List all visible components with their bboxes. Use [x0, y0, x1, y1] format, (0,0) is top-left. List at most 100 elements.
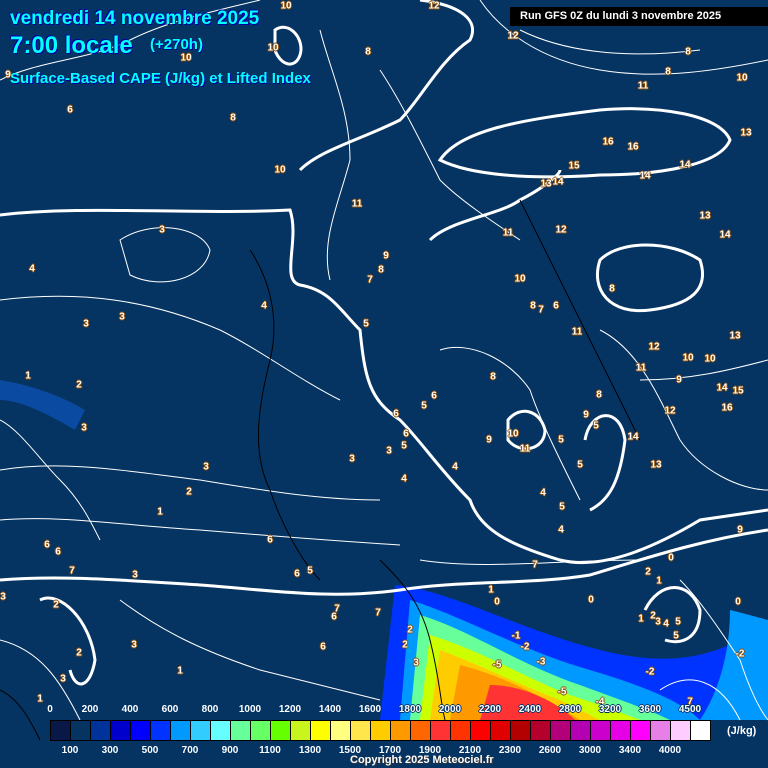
legend-swatch	[191, 721, 211, 740]
legend-swatch	[131, 721, 151, 740]
contour-label: 8	[230, 112, 236, 124]
contour-label: 10	[736, 72, 748, 84]
contour-label: 15	[568, 160, 580, 172]
legend-tick-bottom: 500	[141, 745, 159, 756]
legend-swatch	[531, 721, 551, 740]
contour-label: 3	[159, 224, 165, 236]
contour-label: 6	[553, 300, 559, 312]
contour-label: 10	[704, 353, 716, 365]
legend-tick-bottom: 900	[221, 745, 239, 756]
contour-label: 1	[157, 506, 163, 518]
contour-label: 6	[44, 539, 50, 551]
contour-label: 6	[267, 534, 273, 546]
legend-swatch	[691, 721, 710, 740]
contour-label: 16	[721, 402, 733, 414]
contour-label: 7	[69, 565, 75, 577]
legend-tick-top: 0	[47, 704, 53, 715]
contour-label: 12	[648, 341, 660, 353]
contour-label: 12	[664, 405, 676, 417]
contour-label: 2	[645, 566, 651, 578]
legend-swatch	[231, 721, 251, 740]
contour-label: 2	[53, 599, 59, 611]
legend-swatch	[511, 721, 531, 740]
contour-label: 14	[552, 176, 564, 188]
contour-label: 1	[656, 575, 662, 587]
contour-label: 6	[55, 546, 61, 558]
contour-label: 3	[386, 445, 392, 457]
legend-tick-top: 1000	[238, 704, 262, 715]
contour-label: 10	[682, 352, 694, 364]
legend-tick-bottom: 100	[61, 745, 79, 756]
contour-label: 1	[177, 665, 183, 677]
contour-label: 16	[627, 141, 639, 153]
legend-tick-bottom: 4000	[658, 745, 682, 756]
contour-label: 6	[431, 390, 437, 402]
color-legend	[50, 720, 711, 741]
legend-tick-top: 1600	[358, 704, 382, 715]
contour-label: 3	[0, 591, 6, 603]
contour-label: 10	[180, 52, 192, 64]
legend-tick-top: 1200	[278, 704, 302, 715]
contour-label: -2	[735, 648, 745, 660]
contour-label: 5	[559, 501, 565, 513]
contour-label: 3	[349, 453, 355, 465]
contour-label: 6	[320, 641, 326, 653]
legend-swatch	[211, 721, 231, 740]
contour-label: 10	[514, 273, 526, 285]
contour-label: 15	[732, 385, 744, 397]
lead-time: (+270h)	[150, 36, 203, 53]
contour-label: 3	[655, 616, 661, 628]
legend-tick-bottom: 2300	[498, 745, 522, 756]
contour-label: 5	[673, 630, 679, 642]
legend-swatch	[631, 721, 651, 740]
contour-label: 8	[530, 300, 536, 312]
contour-label: 10	[507, 428, 519, 440]
contour-label: 6	[393, 408, 399, 420]
legend-swatch	[331, 721, 351, 740]
contour-label: -5	[492, 659, 502, 671]
contour-label: 7	[375, 607, 381, 619]
legend-tick-top: 400	[121, 704, 139, 715]
legend-swatch	[571, 721, 591, 740]
contour-label: 10	[274, 164, 286, 176]
contour-label: 6	[67, 104, 73, 116]
legend-swatch	[551, 721, 571, 740]
legend-tick-top: 4500	[678, 704, 702, 715]
weather-map-view: vendredi 14 novembre 2025 7:00 locale (+…	[0, 0, 768, 768]
legend-swatch	[271, 721, 291, 740]
contour-label: 5	[421, 400, 427, 412]
contour-label: 13	[540, 178, 552, 190]
legend-swatch	[431, 721, 451, 740]
contour-label: 3	[119, 311, 125, 323]
contour-label: 12	[428, 0, 440, 12]
contour-label: 4	[452, 461, 458, 473]
legend-swatch	[151, 721, 171, 740]
contour-label: -5	[557, 686, 567, 698]
contour-label: 3	[83, 318, 89, 330]
contour-label: 4	[29, 263, 35, 275]
legend-tick-top: 2800	[558, 704, 582, 715]
contour-label: 5	[558, 434, 564, 446]
legend-swatch	[351, 721, 371, 740]
legend-swatch	[111, 721, 131, 740]
contour-label: 2	[76, 647, 82, 659]
contour-label: 6	[331, 611, 337, 623]
contour-label: 8	[609, 283, 615, 295]
legend-tick-top: 600	[161, 704, 179, 715]
contour-label: 5	[577, 459, 583, 471]
contour-label: 11	[519, 443, 531, 455]
contour-label: 1	[37, 693, 43, 705]
contour-label: 9	[583, 409, 589, 421]
contour-label: 2	[402, 639, 408, 651]
contour-label: 1	[488, 584, 494, 596]
contour-label: 11	[637, 80, 649, 92]
contour-label: 5	[593, 420, 599, 432]
product-title: Surface-Based CAPE (J/kg) et Lifted Inde…	[10, 70, 311, 87]
contour-label: 8	[685, 46, 691, 58]
contour-label: 7	[538, 304, 544, 316]
contour-label: 4	[663, 618, 669, 630]
legend-tick-bottom: 1300	[298, 745, 322, 756]
legend-tick-top: 1800	[398, 704, 422, 715]
legend-swatch	[451, 721, 471, 740]
legend-tick-bottom: 2600	[538, 745, 562, 756]
